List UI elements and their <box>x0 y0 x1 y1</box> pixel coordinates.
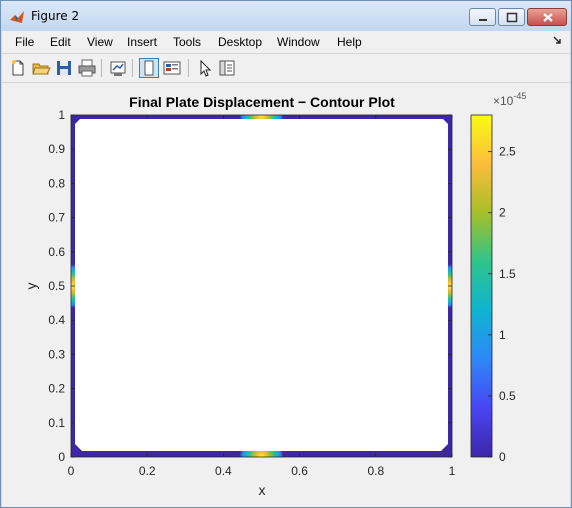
colorbar-exponent-label: ×10-45 <box>493 91 526 108</box>
maximize-button[interactable] <box>498 8 525 26</box>
x-tick-label: 0.2 <box>139 464 156 478</box>
x-axis-label: x <box>259 482 266 498</box>
y-axis-label: y <box>23 283 39 290</box>
menu-help[interactable]: Help <box>337 35 362 49</box>
menu-insert[interactable]: Insert <box>127 35 157 49</box>
y-tick-label: 0.1 <box>48 416 65 430</box>
figure-window: Figure 2 File Edit View Insert Tools Des… <box>0 0 572 508</box>
menu-tools[interactable]: Tools <box>173 35 201 49</box>
menu-edit[interactable]: Edit <box>50 35 71 49</box>
menu-view[interactable]: View <box>87 35 113 49</box>
plot-interior <box>75 119 448 451</box>
y-tick-label: 0.7 <box>48 211 65 225</box>
x-tick-label: 0.6 <box>291 464 308 478</box>
close-icon <box>543 13 553 22</box>
colorbar-exponent-base: ×10 <box>493 94 514 108</box>
toolbar <box>2 54 570 83</box>
y-tick-label: 0.8 <box>48 176 65 190</box>
y-tick-label: 0.4 <box>48 313 65 327</box>
minimize-icon <box>479 19 487 21</box>
print-icon[interactable] <box>77 58 97 78</box>
edit-plot-icon[interactable] <box>195 58 215 78</box>
x-tick-label: 0 <box>68 464 75 478</box>
colorbar-exponent: -45 <box>513 91 526 101</box>
y-tick-label: 0.5 <box>48 279 65 293</box>
colorbar-tick-label: 1.5 <box>499 267 516 281</box>
maximize-icon <box>506 12 518 23</box>
colorbar-tick-label: 2 <box>499 206 506 220</box>
close-button[interactable] <box>527 8 567 26</box>
hide-plot-tools-button[interactable] <box>139 58 159 78</box>
y-tick-label: 0.6 <box>48 245 65 259</box>
menu-desktop[interactable]: Desktop <box>218 35 262 49</box>
link-plot-icon[interactable] <box>108 58 128 78</box>
colorbar[interactable] <box>470 114 493 458</box>
dock-arrow-icon[interactable] <box>552 35 562 45</box>
figure-canvas: 0 0.2 0.4 0.6 0.8 1 0 0.1 0.2 0.3 0.4 0.5 0.6 0.7 0.8… <box>2 83 570 501</box>
colorbar-tick-label: 0 <box>499 450 506 464</box>
y-tick-label: 0.2 <box>48 382 65 396</box>
hide-plot-tools-icon <box>144 60 154 76</box>
minimize-button[interactable] <box>469 8 496 26</box>
menu-window[interactable]: Window <box>277 35 320 49</box>
new-figure-icon[interactable] <box>8 58 28 78</box>
colorbar-tick-label: 0.5 <box>499 389 516 403</box>
contour-plot[interactable]: 0 0.2 0.4 0.6 0.8 1 0 0.1 0.2 0.3 0.4 0.5 0.6 0.7 0.8… <box>2 83 570 501</box>
open-file-icon[interactable] <box>31 58 51 78</box>
window-title: Figure 2 <box>31 9 80 23</box>
y-tick-label: 0.9 <box>48 142 65 156</box>
title-bar[interactable]: Figure 2 <box>1 1 571 31</box>
colorbar-tick-label: 2.5 <box>499 145 516 159</box>
show-plot-tools-icon[interactable] <box>162 58 182 78</box>
toolbar-separator <box>132 59 133 77</box>
plot-title: Final Plate Displacement − Contour Plot <box>129 94 395 110</box>
menu-file[interactable]: File <box>15 35 34 49</box>
menu-bar: File Edit View Insert Tools Desktop Wind… <box>2 31 570 54</box>
colorbar-tick-label: 1 <box>499 328 506 342</box>
matlab-logo-icon <box>10 11 24 23</box>
open-property-inspector-icon[interactable] <box>217 58 237 78</box>
x-tick-label: 0.4 <box>215 464 232 478</box>
x-tick-label: 1 <box>449 464 456 478</box>
y-tick-label: 0 <box>58 450 65 464</box>
y-tick-label: 1 <box>58 108 65 122</box>
toolbar-separator <box>101 59 102 77</box>
x-tick-label: 0.8 <box>367 464 384 478</box>
toolbar-separator <box>188 59 189 77</box>
save-icon[interactable] <box>54 58 74 78</box>
y-tick-label: 0.3 <box>48 347 65 361</box>
window-bottom-edge <box>2 501 570 507</box>
